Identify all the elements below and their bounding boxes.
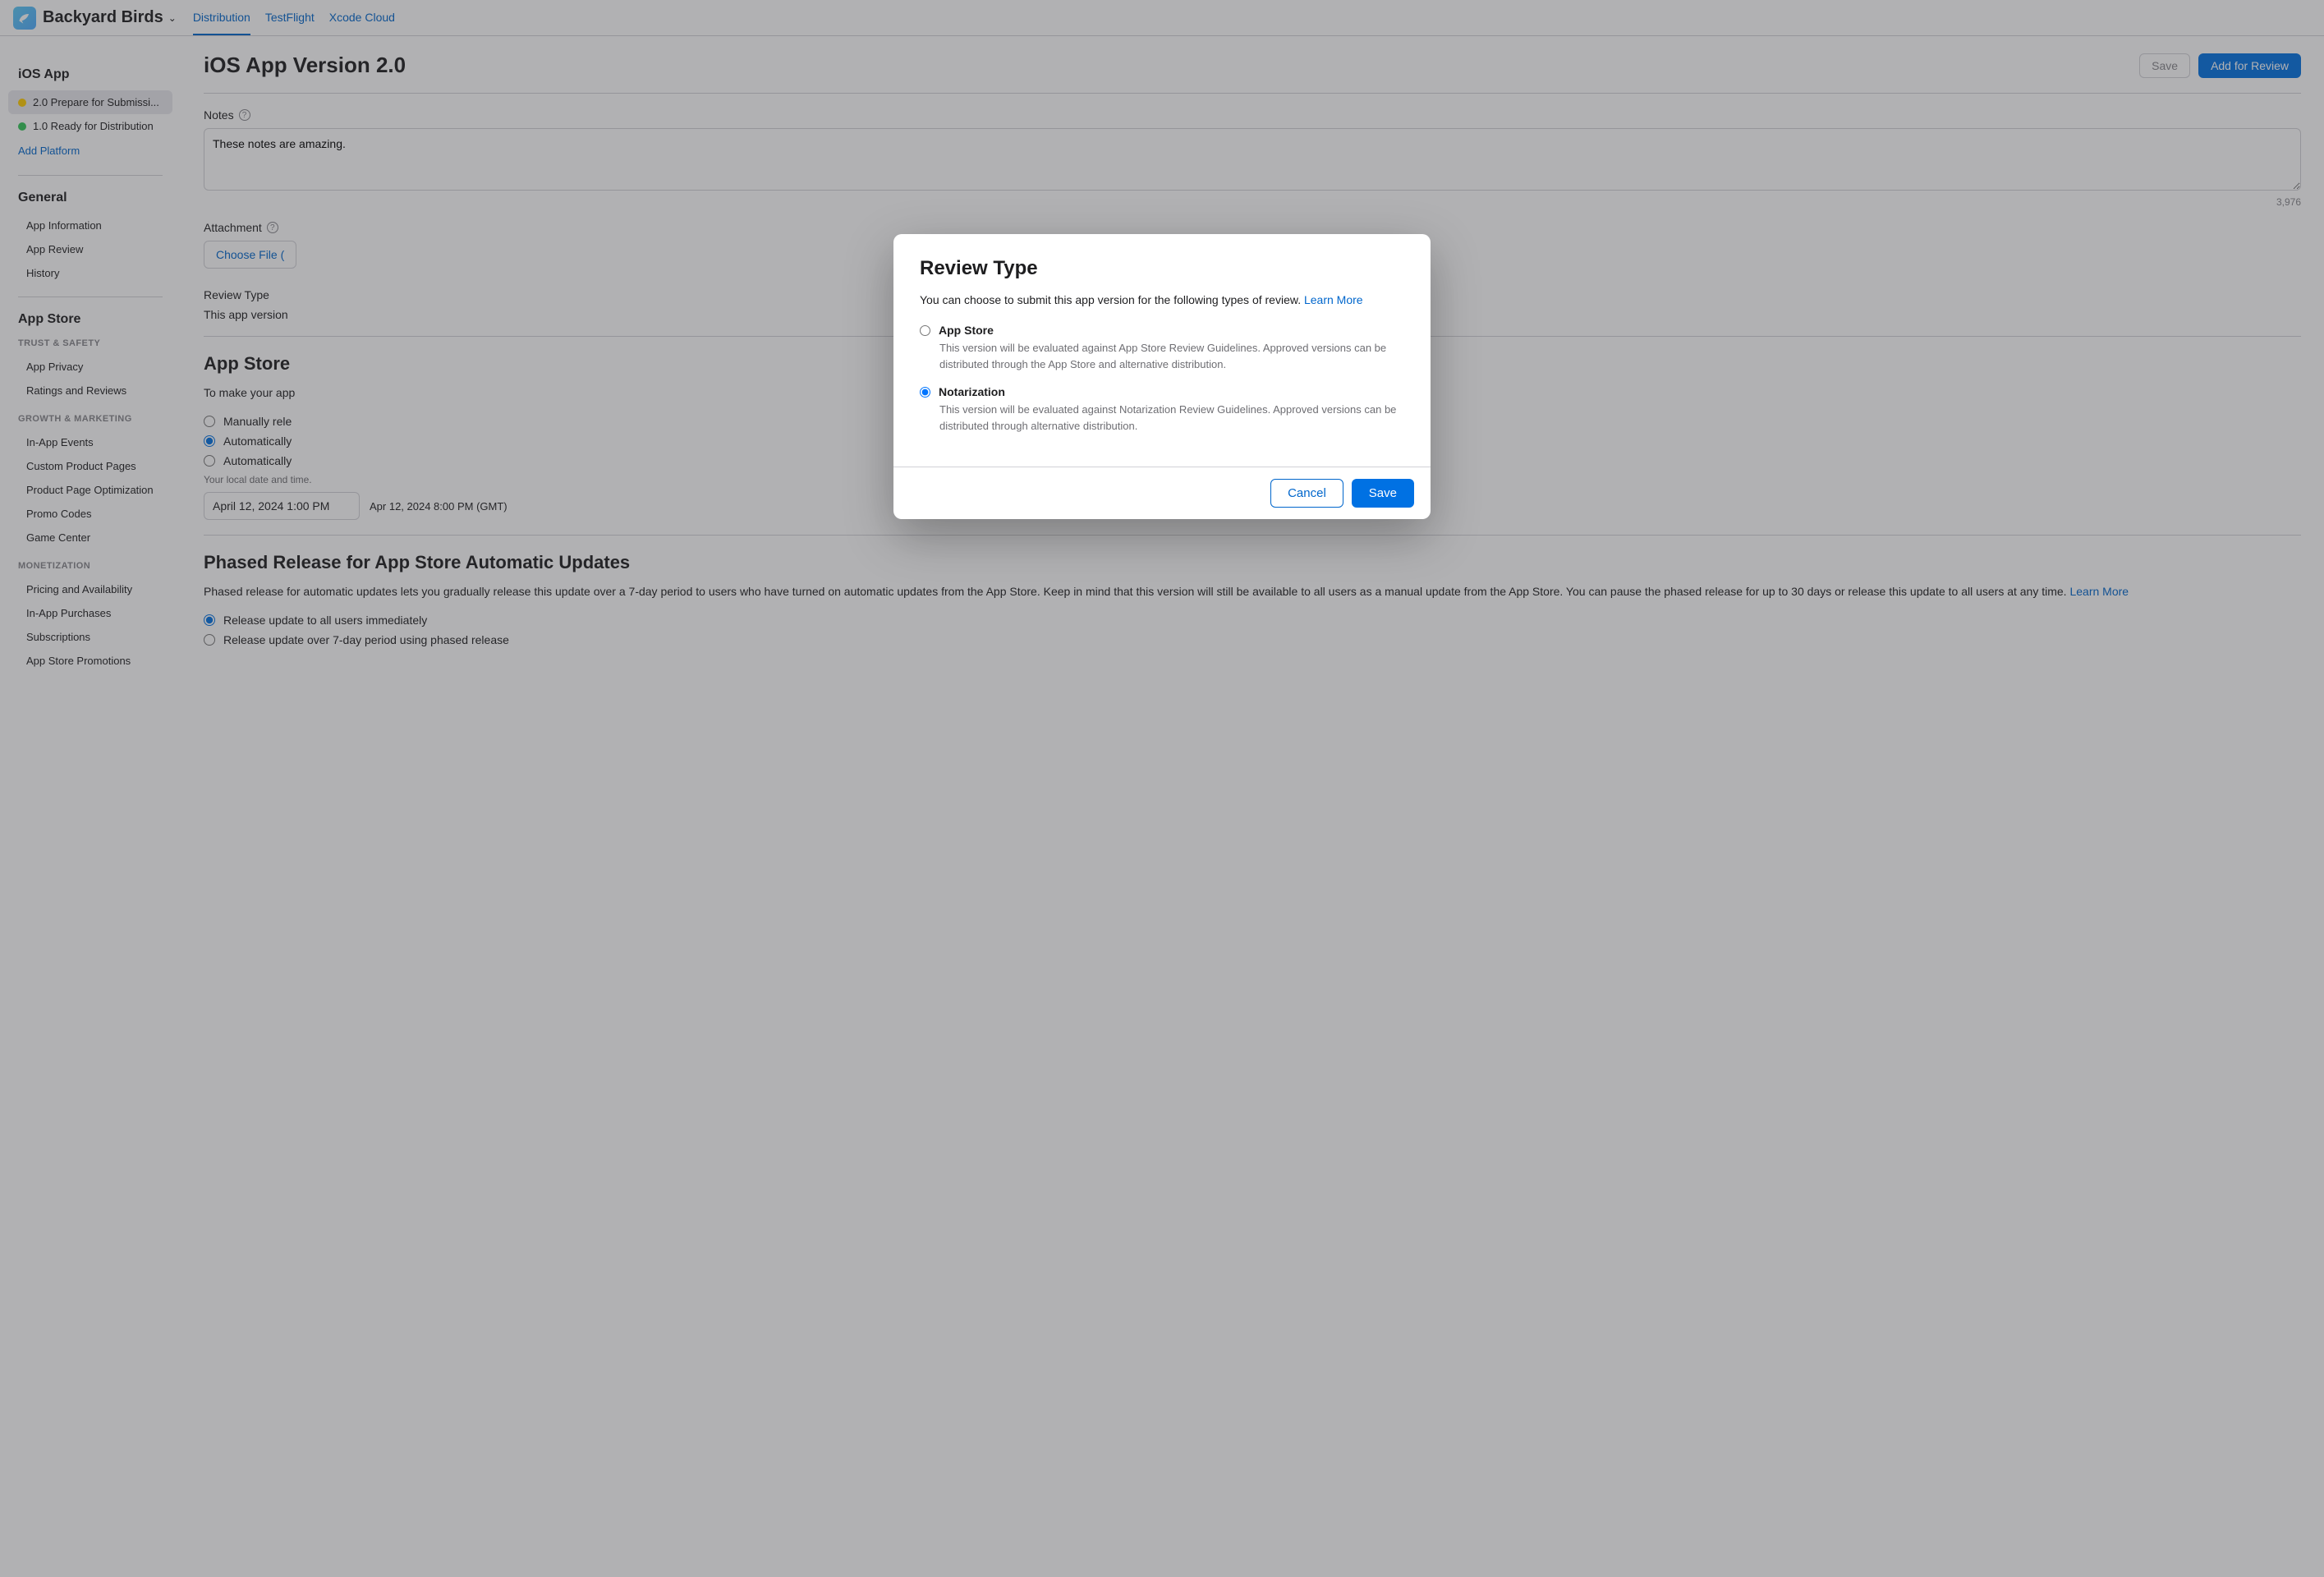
modal-overlay: Review Type You can choose to submit thi… bbox=[0, 0, 2324, 1577]
modal-option-label: App Store bbox=[939, 324, 994, 337]
modal-title: Review Type bbox=[920, 257, 1404, 280]
modal-option-desc: This version will be evaluated against A… bbox=[920, 340, 1404, 372]
learn-more-link[interactable]: Learn More bbox=[1304, 293, 1363, 306]
review-type-modal: Review Type You can choose to submit thi… bbox=[893, 234, 1431, 519]
radio-input[interactable] bbox=[920, 325, 930, 336]
modal-option-notarization[interactable]: Notarization This version will be evalua… bbox=[920, 385, 1404, 434]
modal-option-desc: This version will be evaluated against N… bbox=[920, 402, 1404, 434]
modal-desc: You can choose to submit this app versio… bbox=[920, 292, 1404, 309]
modal-option-appstore[interactable]: App Store This version will be evaluated… bbox=[920, 324, 1404, 372]
radio-input[interactable] bbox=[920, 387, 930, 398]
modal-option-label: Notarization bbox=[939, 385, 1005, 398]
cancel-button[interactable]: Cancel bbox=[1270, 479, 1343, 508]
save-button[interactable]: Save bbox=[1352, 479, 1414, 508]
